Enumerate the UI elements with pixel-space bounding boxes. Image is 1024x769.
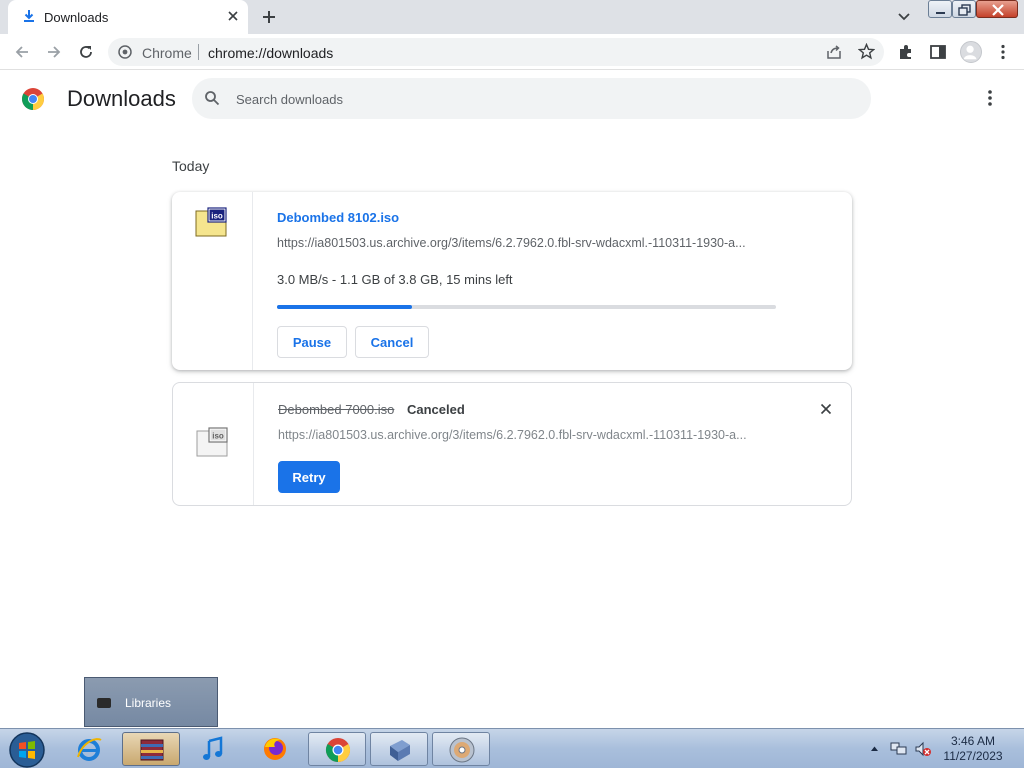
person-icon (963, 45, 977, 60)
archive-icon (140, 739, 164, 761)
section-date-label: Today (172, 158, 210, 174)
network-icon[interactable] (890, 741, 908, 757)
close-icon (992, 4, 1004, 16)
reload-icon[interactable] (77, 43, 95, 61)
download-progress-text: 3.0 MB/s - 1.1 GB of 3.8 GB, 15 mins lef… (277, 272, 513, 287)
show-hidden-icons-icon[interactable] (870, 745, 879, 752)
system-clock[interactable]: 3:46 AM 11/27/2023 (938, 734, 1008, 764)
close-icon[interactable] (226, 9, 240, 23)
more-vert-icon[interactable] (980, 88, 1000, 108)
download-progress-bar (277, 305, 776, 309)
back-arrow-icon[interactable] (13, 43, 31, 61)
chevron-down-icon[interactable] (896, 10, 912, 24)
address-separator (198, 44, 199, 60)
windows-taskbar: 3:46 AM 11/27/2023 (0, 728, 1024, 768)
minimize-button[interactable] (928, 0, 952, 18)
close-icon[interactable] (820, 403, 832, 415)
card-divider (252, 192, 253, 370)
disc-icon (449, 737, 475, 763)
download-file-link[interactable]: Debombed 8102.iso (277, 210, 399, 225)
taskbar-chrome[interactable] (308, 732, 366, 766)
download-url[interactable]: https://ia801503.us.archive.org/3/items/… (278, 428, 778, 442)
download-icon (24, 10, 34, 22)
download-status: Canceled (407, 402, 465, 417)
pause-button[interactable]: Pause (277, 326, 347, 358)
libraries-label: Libraries (125, 696, 172, 710)
download-progress-fill (277, 305, 412, 309)
more-vert-icon[interactable] (994, 43, 1012, 61)
taskbar-preview-libraries[interactable]: Libraries (84, 677, 218, 727)
search-input[interactable] (236, 89, 836, 109)
taskbar-installer[interactable] (370, 732, 428, 766)
window-close-button[interactable] (976, 0, 1018, 18)
window-controls (928, 0, 1018, 19)
music-note-icon (203, 736, 223, 760)
download-item: iso Debombed 8102.iso https://ia801503.u… (172, 192, 852, 370)
minimize-icon (936, 12, 945, 14)
chrome-logo-icon (22, 88, 44, 110)
forward-arrow-icon[interactable] (45, 43, 63, 61)
search-icon (205, 91, 220, 106)
taskbar-dvd-player[interactable] (432, 732, 490, 766)
search-downloads[interactable] (192, 78, 871, 119)
restore-button[interactable] (952, 0, 976, 18)
side-panel-icon[interactable] (929, 43, 947, 61)
share-icon[interactable] (826, 44, 842, 60)
tab-title: Downloads (44, 10, 109, 25)
retry-button[interactable]: Retry (278, 461, 340, 493)
internet-explorer-icon (77, 738, 102, 761)
restore-icon (958, 4, 971, 16)
clock-date: 11/27/2023 (943, 749, 1003, 763)
extensions-icon[interactable] (897, 43, 915, 61)
iso-file-icon: iso (196, 427, 228, 457)
site-label: Chrome (142, 45, 192, 61)
download-item: iso Debombed 7000.iso Canceled https://i… (172, 382, 852, 506)
taskbar-itunes[interactable] (184, 732, 242, 766)
clock-time: 3:46 AM (950, 734, 996, 748)
firefox-icon (264, 738, 286, 760)
avatar[interactable] (960, 41, 982, 63)
volume-muted-icon[interactable] (914, 741, 932, 757)
tab-strip: Downloads (0, 0, 1024, 34)
url-text[interactable]: chrome://downloads (208, 45, 333, 61)
tab-downloads[interactable]: Downloads (8, 0, 248, 34)
start-orb-icon[interactable] (6, 731, 48, 769)
taskbar-archive-manager[interactable] (122, 732, 180, 766)
iso-file-icon: iso (195, 207, 227, 237)
installer-icon (390, 740, 410, 761)
folder-icon (97, 698, 111, 708)
download-file-name: Debombed 7000.iso (278, 402, 395, 417)
svg-text:iso: iso (211, 211, 223, 220)
download-url[interactable]: https://ia801503.us.archive.org/3/items/… (277, 236, 777, 250)
card-divider (253, 383, 254, 505)
chrome-site-icon (118, 45, 132, 59)
address-bar[interactable]: Chrome chrome://downloads (108, 38, 884, 66)
page-title: Downloads (67, 86, 176, 111)
taskbar-firefox[interactable] (246, 732, 304, 766)
svg-text:iso: iso (212, 431, 224, 440)
star-icon[interactable] (858, 43, 875, 60)
taskbar-internet-explorer[interactable] (60, 732, 118, 766)
cancel-button[interactable]: Cancel (355, 326, 429, 358)
plus-icon[interactable] (260, 8, 278, 26)
browser-toolbar: Chrome chrome://downloads (0, 34, 1024, 70)
chrome-icon (325, 738, 351, 762)
